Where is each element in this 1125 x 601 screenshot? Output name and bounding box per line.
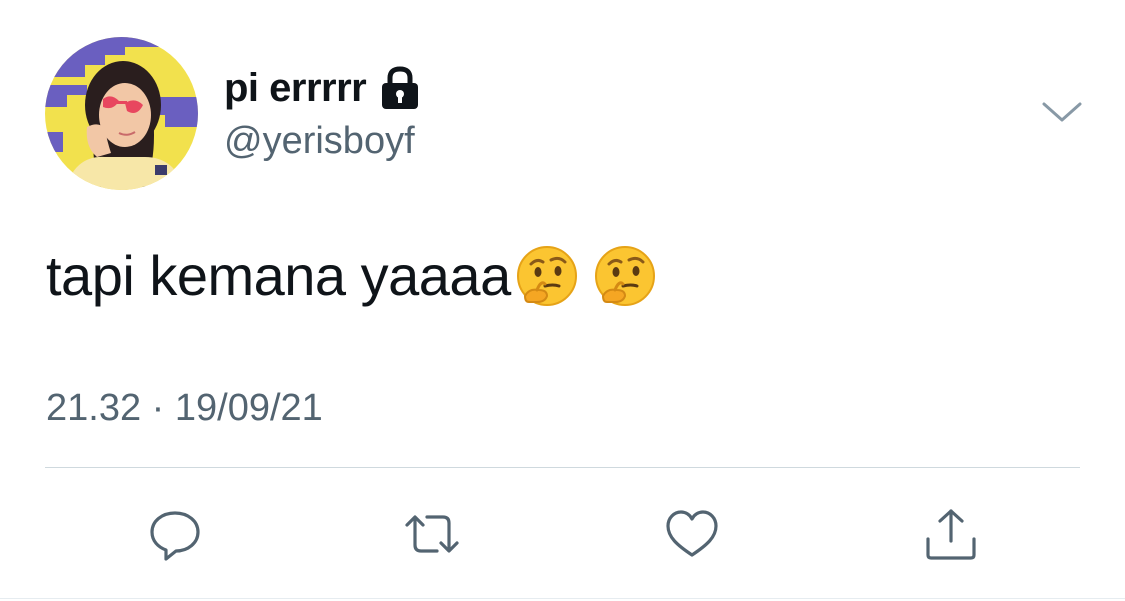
tweet-text-content: tapi kemana yaaaa bbox=[46, 244, 511, 307]
display-name[interactable]: pi errrrr bbox=[224, 62, 420, 114]
avatar-photo-icon bbox=[45, 37, 198, 190]
bottom-divider bbox=[0, 598, 1125, 599]
display-name-text: pi errrrr bbox=[224, 66, 367, 110]
lock-icon bbox=[380, 66, 420, 110]
share-button[interactable] bbox=[922, 505, 980, 563]
heart-icon bbox=[666, 510, 718, 557]
tweet-text: tapi kemana yaaaa bbox=[46, 240, 657, 312]
reply-button[interactable] bbox=[146, 505, 204, 563]
avatar[interactable] bbox=[45, 37, 198, 190]
thinking-face-emoji-icon bbox=[593, 244, 657, 308]
share-icon bbox=[926, 509, 976, 560]
thinking-face-emoji-icon bbox=[515, 244, 579, 308]
user-handle[interactable]: @yerisboyf bbox=[224, 116, 415, 166]
divider bbox=[45, 467, 1080, 468]
retweet-button[interactable] bbox=[403, 505, 461, 563]
tweet-card: pi errrrr @yerisboyf tapi kemana yaaaa 2… bbox=[0, 0, 1125, 601]
tweet-timestamp[interactable]: 21.32 · 19/09/21 bbox=[46, 383, 323, 433]
like-button[interactable] bbox=[663, 505, 721, 563]
retweet-icon bbox=[405, 515, 459, 553]
speech-bubble-icon bbox=[150, 511, 200, 561]
chevron-down-icon[interactable] bbox=[1040, 96, 1084, 128]
